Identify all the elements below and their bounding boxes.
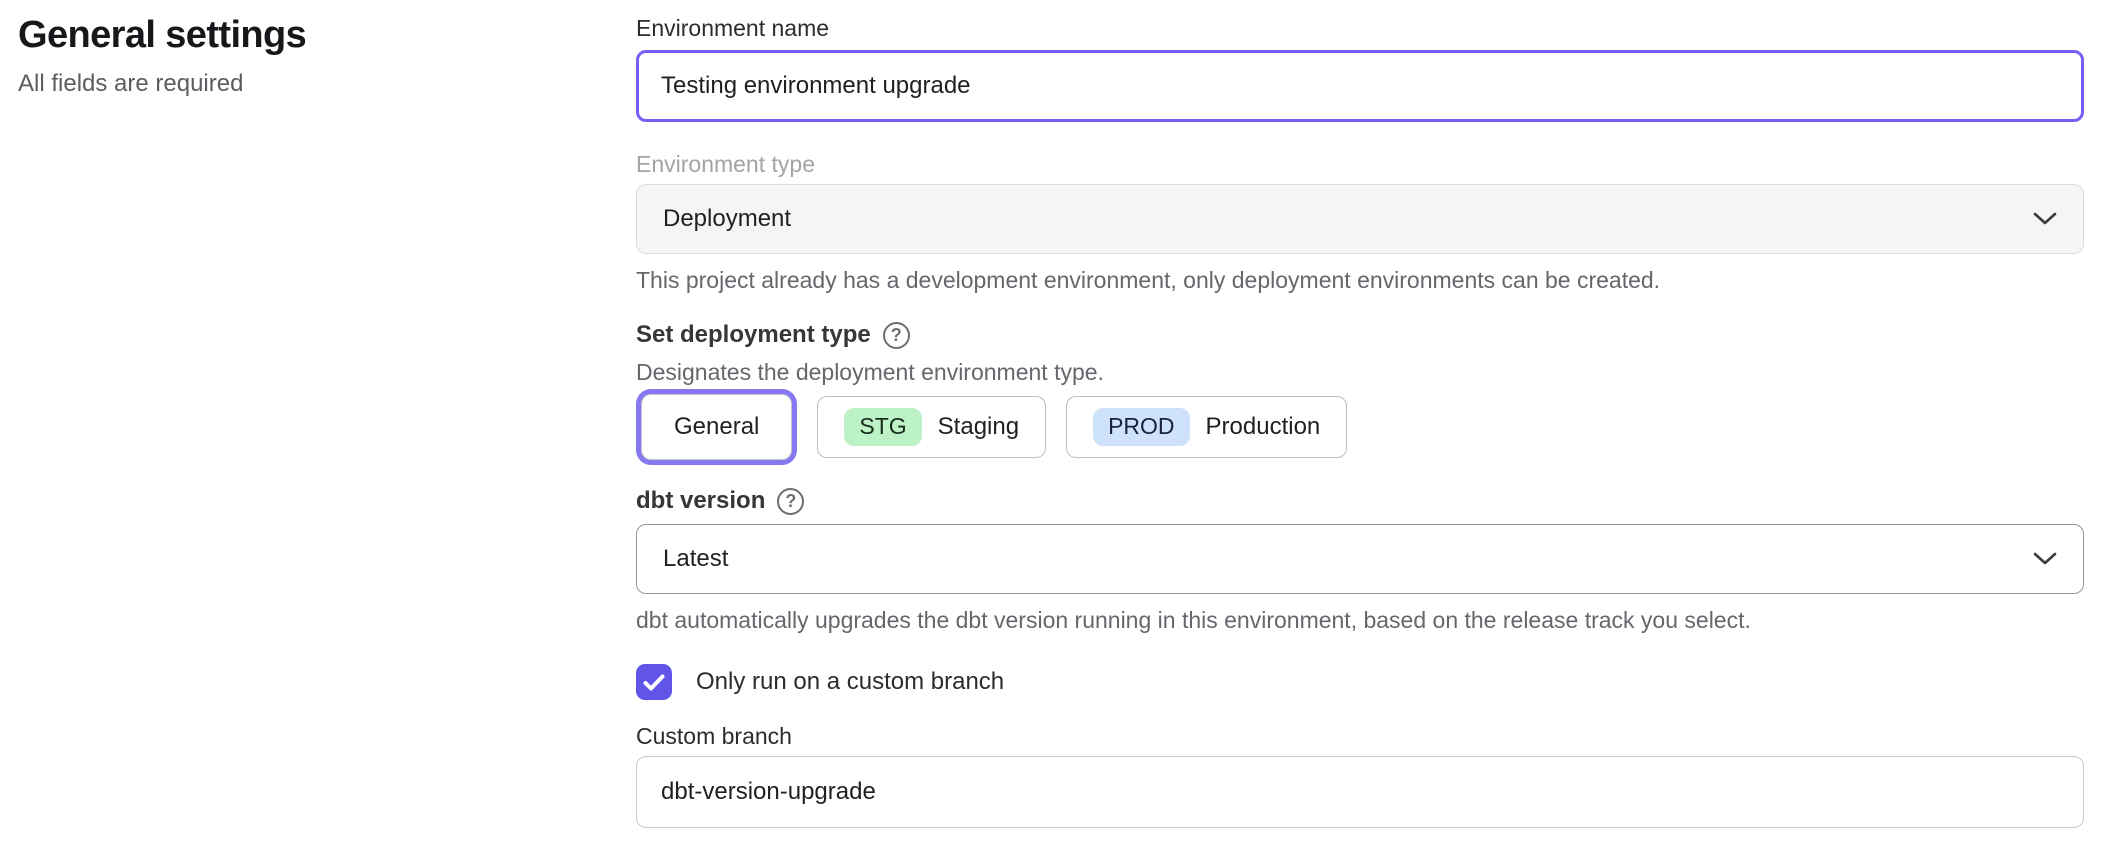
deployment-option-general-label: General [674,413,759,441]
dbt-version-label-row: dbt version ? [636,486,2084,516]
chevron-down-icon [2033,212,2057,226]
custom-branch-checkbox[interactable] [636,664,672,700]
prod-badge: PROD [1093,408,1189,445]
dbt-version-label: dbt version [636,486,765,516]
custom-branch-input[interactable] [636,756,2084,828]
settings-header: General settings All fields are required [18,12,578,98]
deployment-option-staging[interactable]: STG Staging [817,396,1046,458]
custom-branch-checkbox-label[interactable]: Only run on a custom branch [696,668,1004,696]
deployment-option-production[interactable]: PROD Production [1066,396,1347,458]
help-icon[interactable]: ? [883,322,910,349]
dbt-version-helper: dbt automatically upgrades the dbt versi… [636,606,2084,634]
deployment-type-helper: Designates the deployment environment ty… [636,358,2084,386]
page-title: General settings [18,12,578,58]
environment-type-label: Environment type [636,150,2084,178]
environment-type-helper: This project already has a development e… [636,266,2084,294]
chevron-down-icon [2033,552,2057,566]
environment-name-input[interactable] [636,50,2084,122]
page-subtitle: All fields are required [18,70,578,98]
stg-badge: STG [844,408,921,445]
deployment-type-options: General STG Staging PROD Production [636,394,2084,460]
dbt-version-select[interactable]: Latest [636,524,2084,594]
custom-branch-checkbox-row: Only run on a custom branch [636,664,2084,700]
environment-settings-form: Environment name Environment type Deploy… [636,14,2084,828]
environment-name-label: Environment name [636,14,2084,42]
deployment-option-production-label: Production [1206,413,1321,441]
dbt-version-value: Latest [663,545,728,573]
checkmark-icon [643,674,665,691]
environment-type-value: Deployment [663,205,791,233]
deployment-option-general[interactable]: General [641,394,792,460]
deployment-type-label-row: Set deployment type ? [636,320,2084,350]
custom-branch-label: Custom branch [636,722,2084,750]
deployment-option-staging-label: Staging [938,413,1019,441]
deployment-type-label: Set deployment type [636,320,871,350]
environment-type-select[interactable]: Deployment [636,184,2084,254]
help-icon[interactable]: ? [777,488,804,515]
